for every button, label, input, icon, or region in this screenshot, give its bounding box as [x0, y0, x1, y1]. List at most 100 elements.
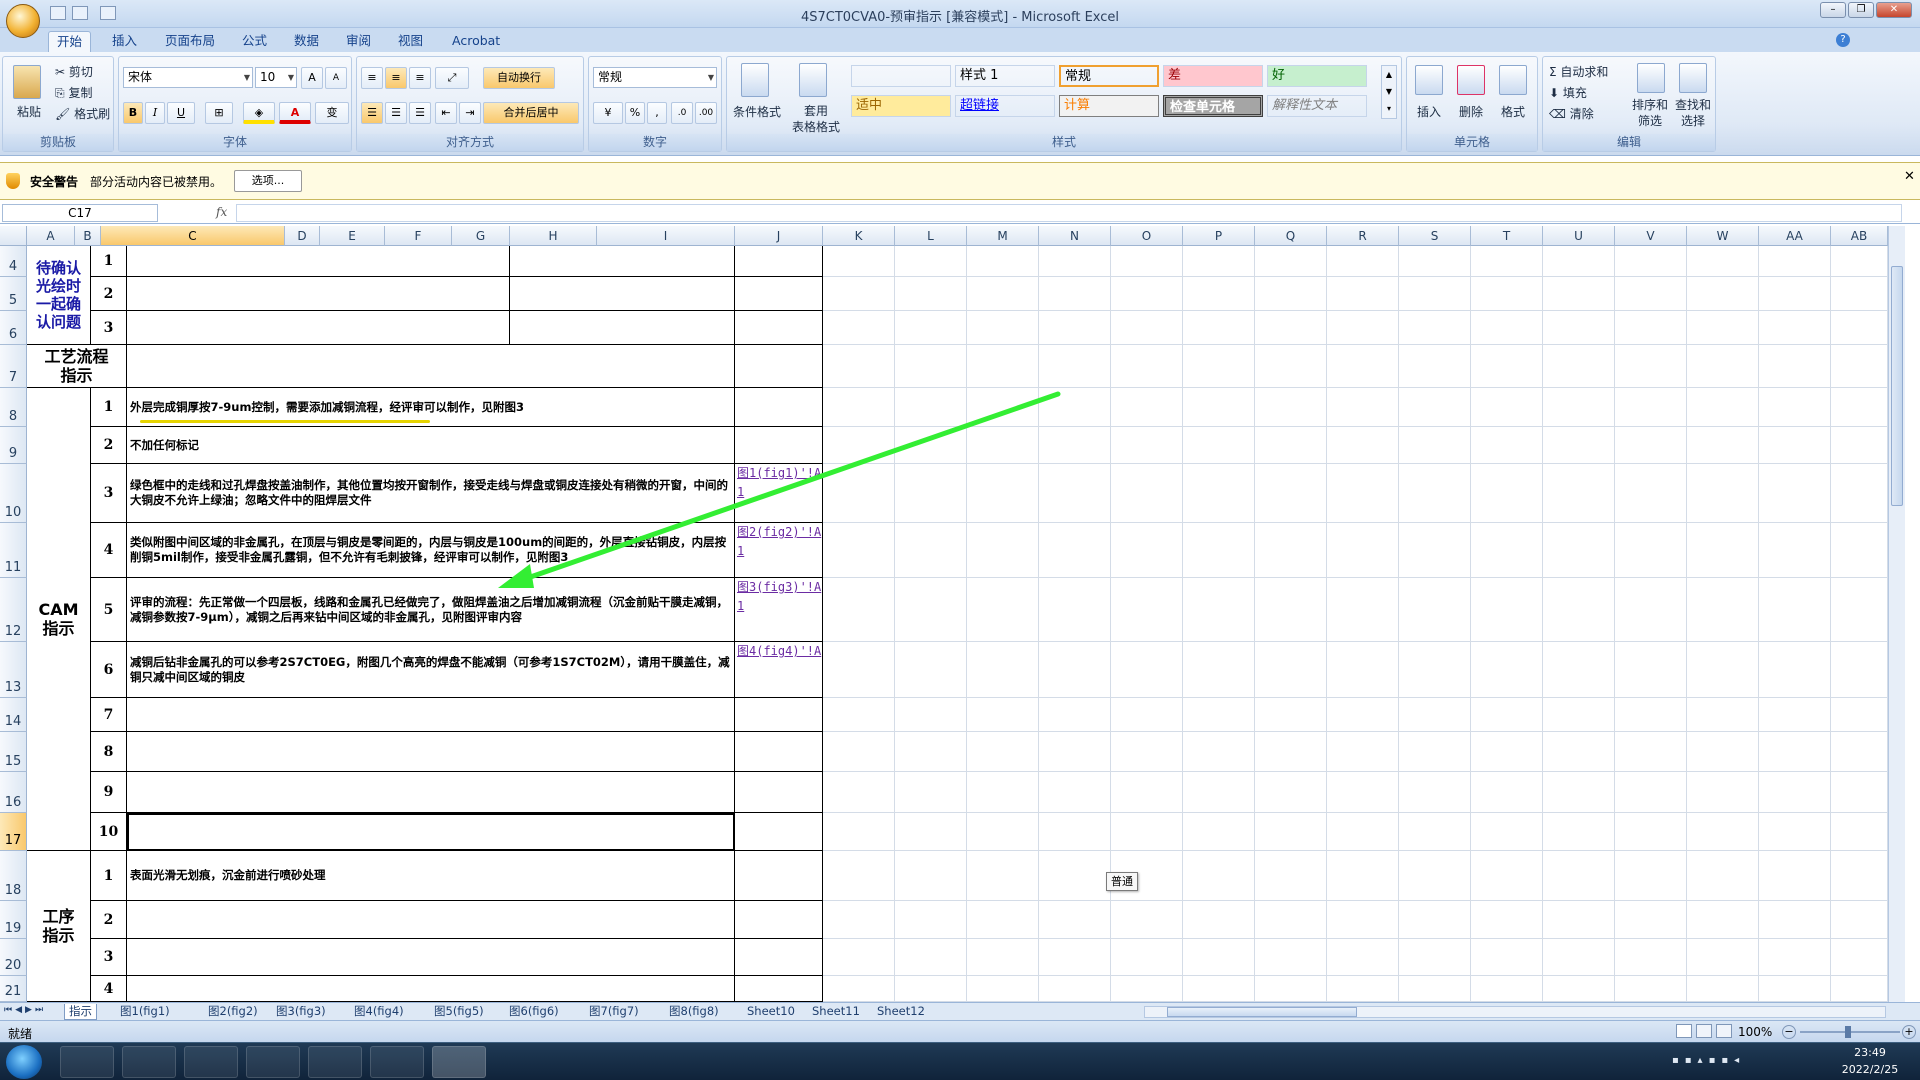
zoom-level[interactable]: 100% — [1738, 1025, 1772, 1039]
delete-cells-button[interactable]: 删除 — [1459, 103, 1483, 120]
italic-button[interactable]: I — [145, 102, 165, 124]
start-button[interactable] — [6, 1045, 42, 1079]
save-icon[interactable] — [50, 6, 66, 20]
insert-cells-button[interactable]: 插入 — [1417, 103, 1441, 120]
redo-icon[interactable] — [100, 6, 116, 20]
taskbar-app-excel-icon[interactable] — [432, 1046, 486, 1078]
sheet-tab[interactable]: Sheet11 — [808, 1004, 864, 1020]
tab-view[interactable]: 视图 — [390, 31, 431, 52]
sheet-tab[interactable]: 图6(fig6) — [505, 1004, 563, 1020]
horizontal-scroll-thumb[interactable] — [1167, 1007, 1357, 1017]
delete-cells-icon[interactable] — [1457, 65, 1485, 95]
style-cell-explanatory[interactable]: 解释性文本 — [1267, 95, 1367, 117]
underline-button[interactable]: U — [167, 102, 195, 124]
find-select-button[interactable]: 查找和 选择 — [1671, 97, 1715, 129]
bold-button[interactable]: B — [123, 102, 143, 124]
align-right-button[interactable]: ☰ — [409, 102, 431, 124]
style-cell-hyperlink[interactable]: 超链接 — [955, 95, 1055, 117]
normal-view-icon[interactable] — [1676, 1024, 1692, 1038]
tab-data[interactable]: 数据 — [286, 31, 327, 52]
conditional-format-button[interactable]: 条件格式 — [731, 103, 783, 120]
page-layout-icon[interactable] — [1696, 1024, 1712, 1038]
increase-decimal-button[interactable]: .0 — [671, 102, 693, 124]
taskbar-app-blue-icon[interactable] — [370, 1046, 424, 1078]
sheet-tab[interactable]: 图3(fig3) — [272, 1004, 330, 1020]
find-select-icon[interactable] — [1679, 63, 1707, 93]
zoom-in-icon[interactable]: + — [1902, 1025, 1916, 1039]
font-color-button[interactable]: A — [279, 102, 311, 124]
sheet-nav-arrows[interactable]: ⏮◀▶⏭ — [4, 1005, 46, 1015]
phonetic-button[interactable]: 变 — [315, 102, 349, 124]
paste-button[interactable]: 粘贴 — [17, 103, 41, 120]
tab-review[interactable]: 审阅 — [338, 31, 379, 52]
page-break-icon[interactable] — [1716, 1024, 1732, 1038]
sheet-tab[interactable]: 图7(fig7) — [585, 1004, 643, 1020]
system-tray-icons[interactable]: ▪▪▴▪▪◂ — [1672, 1055, 1822, 1069]
sheet-tab[interactable]: 图4(fig4) — [350, 1004, 408, 1020]
sheet-tab[interactable]: Sheet12 — [873, 1004, 929, 1020]
tab-insert[interactable]: 插入 — [104, 31, 145, 52]
name-box[interactable]: C17 — [2, 204, 158, 222]
table-format-icon[interactable] — [799, 63, 827, 97]
maximize-button[interactable]: ❐ — [1848, 2, 1874, 18]
fill-color-button[interactable]: ◈ — [243, 102, 275, 124]
office-button[interactable] — [6, 4, 40, 38]
sort-filter-button[interactable]: 排序和 筛选 — [1629, 97, 1671, 129]
style-cell-neutral[interactable]: 适中 — [851, 95, 951, 117]
align-bottom-button[interactable]: ≡ — [409, 67, 431, 89]
taskbar-app-notepad-icon[interactable] — [122, 1046, 176, 1078]
help-icon[interactable]: ? — [1836, 33, 1850, 47]
taskbar-app-floppy-icon[interactable] — [246, 1046, 300, 1078]
sheet-tab[interactable]: 图2(fig2) — [204, 1004, 262, 1020]
style-cell-good[interactable]: 好 — [1267, 65, 1367, 87]
taskbar-app-red-icon[interactable] — [184, 1046, 238, 1078]
paste-icon[interactable] — [13, 65, 41, 99]
wrap-text-button[interactable]: 自动换行 — [483, 67, 555, 89]
close-icon[interactable]: ✕ — [1904, 169, 1915, 184]
sheet-tab[interactable]: 图1(fig1) — [116, 1004, 174, 1020]
increase-indent-button[interactable]: ⇥ — [459, 102, 481, 124]
function-icon[interactable]: fx — [216, 205, 227, 219]
sheet-tab[interactable]: 图5(fig5) — [430, 1004, 488, 1020]
number-format-select[interactable]: 常规 ▼ — [593, 67, 717, 88]
style-cell-check[interactable]: 检查单元格 — [1163, 95, 1263, 117]
tab-formulas[interactable]: 公式 — [234, 31, 275, 52]
vertical-scroll-thumb[interactable] — [1891, 266, 1903, 506]
horizontal-scrollbar[interactable] — [1144, 1006, 1886, 1018]
decrease-indent-button[interactable]: ⇤ — [435, 102, 457, 124]
style-cell-blank[interactable] — [851, 65, 951, 87]
percent-button[interactable]: % — [625, 102, 645, 124]
align-top-button[interactable]: ≡ — [361, 67, 383, 89]
security-options-button[interactable]: 选项... — [234, 170, 302, 192]
style-cell-normal[interactable]: 常规 — [1059, 65, 1159, 87]
cut-button[interactable]: ✂ 剪切 — [55, 63, 93, 80]
conditional-format-icon[interactable] — [741, 63, 769, 97]
style-cell-bad[interactable]: 差 — [1163, 65, 1263, 87]
format-cells-button[interactable]: 格式 — [1501, 103, 1525, 120]
align-left-button[interactable]: ☰ — [361, 102, 383, 124]
formula-input[interactable] — [236, 204, 1902, 222]
tab-acrobat[interactable]: Acrobat — [444, 31, 508, 52]
zoom-out-icon[interactable]: − — [1782, 1025, 1796, 1039]
taskbar-app-green-icon[interactable] — [308, 1046, 362, 1078]
currency-button[interactable]: ¥ — [593, 102, 623, 124]
format-painter-button[interactable]: 🖌 格式刷 — [55, 105, 110, 122]
sheet-tab[interactable]: 图8(fig8) — [665, 1004, 723, 1020]
close-button[interactable]: ✕ — [1876, 2, 1912, 18]
clear-button[interactable]: ⌫ 清除 — [1549, 105, 1594, 122]
zoom-slider-thumb[interactable] — [1845, 1026, 1851, 1038]
style-cell-calculation[interactable]: 计算 — [1059, 95, 1159, 117]
font-name-select[interactable]: 宋体 ▼ — [123, 67, 253, 88]
taskbar-app-shell-icon[interactable] — [60, 1046, 114, 1078]
comma-button[interactable]: , — [647, 102, 667, 124]
vertical-scrollbar[interactable] — [1888, 226, 1905, 1002]
grow-font-button[interactable]: A — [301, 67, 323, 89]
format-as-table-button[interactable]: 套用 表格格式 — [785, 103, 847, 135]
tab-home[interactable]: 开始 — [48, 31, 92, 52]
sheet-tab[interactable]: 指示 — [64, 1004, 97, 1020]
sheet-tab[interactable]: Sheet10 — [743, 1004, 799, 1020]
insert-cells-icon[interactable] — [1415, 65, 1443, 95]
orientation-button[interactable]: ⤢ — [435, 67, 469, 89]
merge-center-button[interactable]: 合并后居中 — [483, 102, 579, 124]
styles-scroll[interactable]: ▲ ▼ ▾ — [1381, 65, 1397, 119]
